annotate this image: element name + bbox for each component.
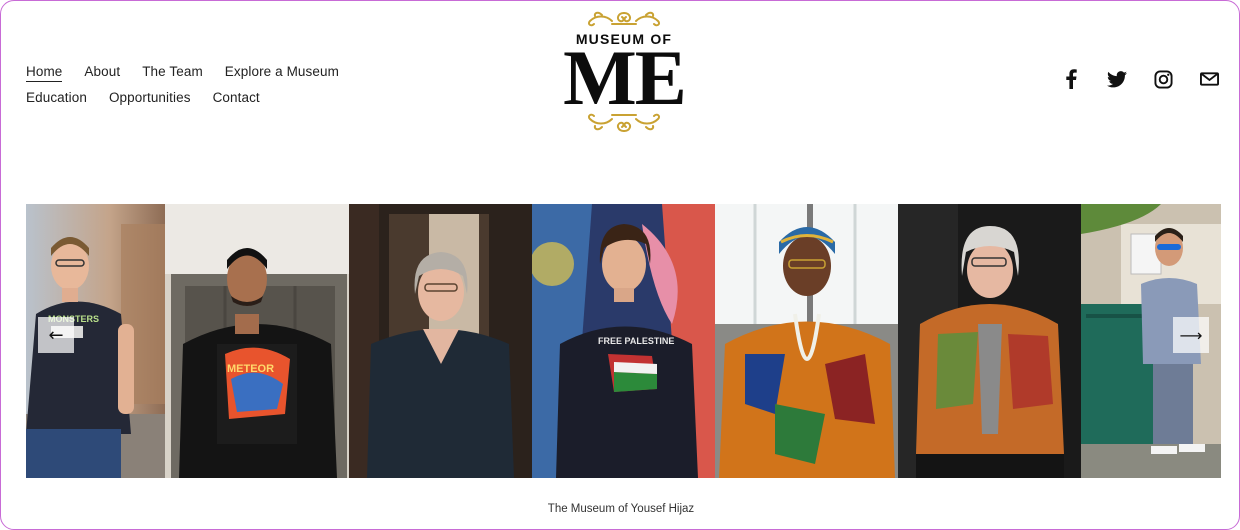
nav-home[interactable]: Home xyxy=(26,63,63,82)
logo-top-ornament xyxy=(587,11,661,27)
portrait-3-image xyxy=(349,204,532,478)
portrait-5-image xyxy=(715,204,898,478)
instagram-icon[interactable] xyxy=(1153,69,1173,89)
nav-row-1: Home About The Team Explore a Museum xyxy=(26,59,366,85)
carousel-prev-button[interactable]: ← xyxy=(38,317,74,353)
carousel-next-button[interactable]: ⟶ xyxy=(1173,317,1209,353)
email-icon[interactable] xyxy=(1199,69,1219,89)
portrait-elder-woman-patterned-cardigan[interactable] xyxy=(898,204,1081,478)
svg-text:FREE PALESTINE: FREE PALESTINE xyxy=(598,336,674,346)
portrait-woman-grey-hair-polo[interactable] xyxy=(349,204,532,478)
carousel-caption: The Museum of Yousef Hijaz xyxy=(547,503,695,515)
portrait-2-image: METEOR xyxy=(165,204,349,478)
nav-education[interactable]: Education xyxy=(26,89,87,107)
page-frame: Home About The Team Explore a Museum Edu… xyxy=(0,0,1240,530)
twitter-icon[interactable] xyxy=(1107,69,1127,89)
portrait-young-man-graphic-tshirt[interactable]: METEOR xyxy=(165,204,349,478)
facebook-icon[interactable] xyxy=(1061,69,1081,89)
social-links xyxy=(1061,69,1219,89)
portrait-carousel[interactable]: MONSTERS M xyxy=(26,204,1221,478)
logo-line-2: ME xyxy=(563,34,687,121)
portrait-elder-woman-headwrap[interactable] xyxy=(715,204,898,478)
arrow-right-icon: ⟶ xyxy=(1179,325,1203,345)
portrait-4-image: FREE PALESTINE xyxy=(532,204,715,478)
nav-about[interactable]: About xyxy=(84,63,120,81)
main-nav: Home About The Team Explore a Museum Edu… xyxy=(26,59,366,111)
nav-row-2: Education Opportunities Contact xyxy=(26,85,366,111)
nav-contact[interactable]: Contact xyxy=(213,89,260,107)
site-logo[interactable]: MUSEUM OF ME xyxy=(553,9,695,151)
svg-text:METEOR: METEOR xyxy=(227,363,274,375)
nav-opportunities[interactable]: Opportunities xyxy=(109,89,191,107)
portrait-6-image xyxy=(898,204,1081,478)
arrow-left-icon: ← xyxy=(48,324,64,346)
portrait-boy-free-palestine-hoodie[interactable]: FREE PALESTINE xyxy=(532,204,715,478)
nav-explore-a-museum[interactable]: Explore a Museum xyxy=(225,63,339,81)
nav-the-team[interactable]: The Team xyxy=(142,63,203,81)
